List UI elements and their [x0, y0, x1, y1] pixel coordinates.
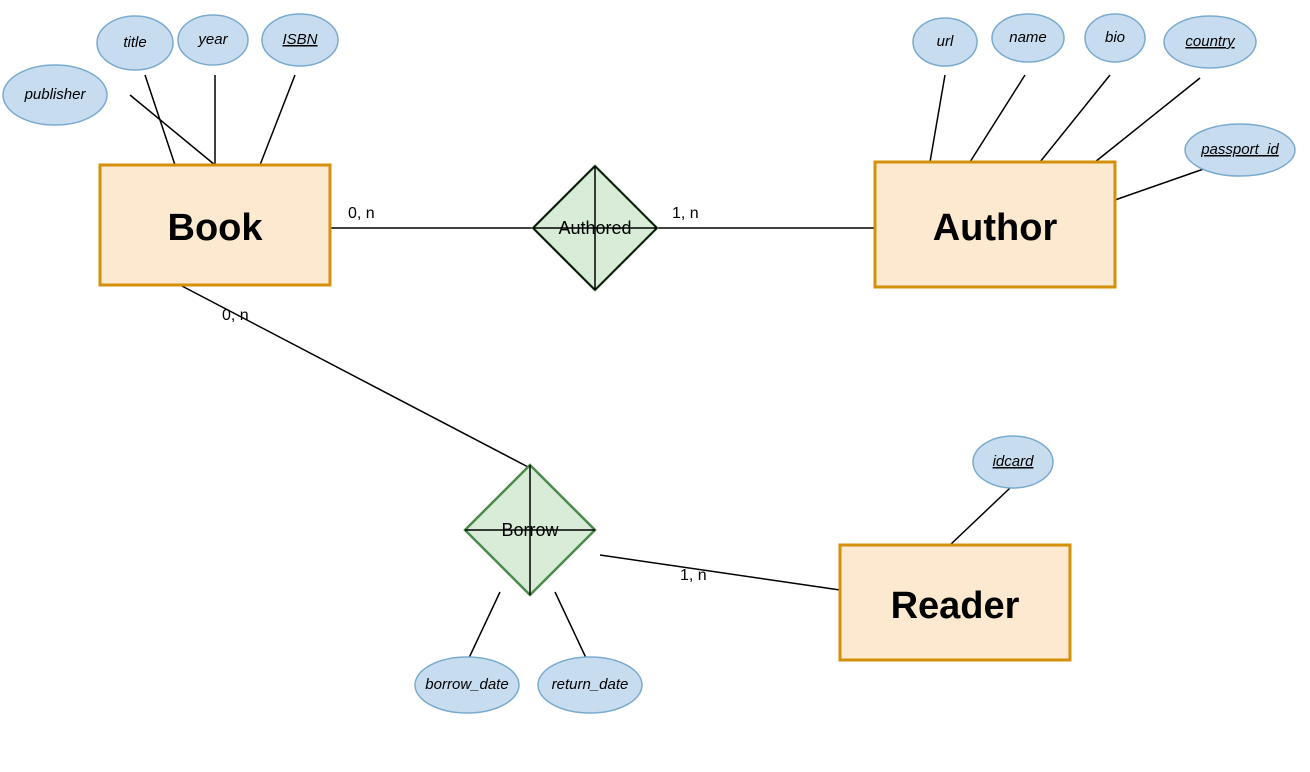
author-label: Author: [933, 207, 1058, 249]
attr-country-label: country: [1185, 33, 1236, 50]
reader-label: Reader: [891, 585, 1020, 627]
attr-name-label: name: [1009, 29, 1047, 46]
attr-publisher-label: publisher: [24, 86, 87, 103]
attr-bio-label: bio: [1105, 29, 1125, 46]
attr-borrow-date-label: borrow_date: [425, 676, 508, 693]
attr-idcard-label: idcard: [993, 453, 1035, 470]
line-borrow-date: [468, 592, 500, 660]
attr-url-label: url: [937, 33, 954, 50]
borrow-label: Borrow: [501, 520, 559, 540]
cardinality-authored-author: 1, n: [672, 205, 699, 222]
attr-isbn-label: ISBN: [282, 31, 317, 48]
cardinality-authored-book: 0, n: [348, 205, 375, 222]
line-author-url: [930, 75, 945, 162]
attr-passport-label: passport_id: [1200, 141, 1279, 158]
line-author-name: [970, 75, 1025, 162]
line-borrow-reader: [600, 555, 840, 590]
cardinality-borrow-book: 0, n: [222, 307, 249, 324]
line-author-passport: [1115, 165, 1215, 200]
line-book-publisher: [130, 95, 215, 165]
line-reader-idcard: [950, 488, 1010, 545]
attr-return-date-label: return_date: [552, 676, 629, 693]
line-author-bio: [1040, 75, 1110, 162]
line-book-title: [145, 75, 175, 165]
authored-label: Authored: [558, 218, 631, 238]
cardinality-borrow-reader: 1, n: [680, 567, 707, 584]
line-return-date: [555, 592, 587, 660]
attr-title-label: title: [123, 34, 146, 51]
book-label: Book: [168, 207, 264, 249]
line-author-country: [1095, 78, 1200, 162]
line-book-isbn: [260, 75, 295, 165]
attr-year-label: year: [197, 31, 228, 48]
